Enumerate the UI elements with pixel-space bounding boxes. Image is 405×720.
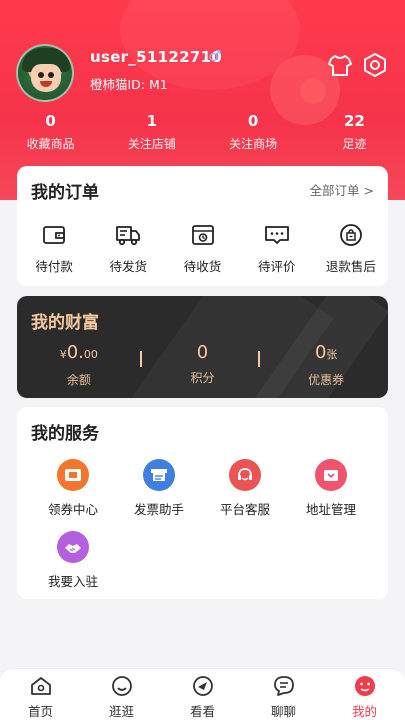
stat-label: 关注店铺	[127, 137, 176, 151]
gender-male-icon: ♂	[208, 47, 222, 65]
tshirt-icon[interactable]	[327, 52, 353, 78]
header-decoration-dot	[300, 78, 326, 104]
balance-cents: 00	[83, 348, 98, 361]
tab-label: 首页	[27, 704, 53, 719]
invoice-icon	[143, 459, 175, 491]
refund-bag-icon	[340, 224, 362, 246]
coupon-value: 0	[314, 342, 327, 363]
username[interactable]: user_51122710	[90, 48, 222, 66]
service-label: 地址管理	[305, 502, 356, 517]
stat-label: 收藏商品	[26, 137, 75, 151]
tab-watch[interactable]: 看看	[162, 669, 243, 720]
wealth-coupons[interactable]: 0张 优惠券	[264, 343, 388, 388]
stat-value: 0	[247, 112, 259, 130]
currency-symbol: ¥	[59, 348, 67, 361]
orders-card: 我的订单 全部订单 > 待付款 待发货 待收货 待评价 退款售后	[17, 166, 388, 286]
smile-icon	[111, 676, 132, 696]
stat-value: 1	[146, 112, 158, 130]
wealth-label: 余额	[66, 373, 91, 387]
comment-icon	[264, 226, 289, 244]
order-pending-review[interactable]: 待评价	[240, 222, 314, 275]
order-pending-shipment[interactable]: 待发货	[91, 222, 165, 275]
avatar[interactable]	[16, 44, 74, 102]
truck-icon	[116, 226, 141, 246]
stat-label: 关注商场	[229, 137, 278, 151]
service-customer-support[interactable]: 平台客服	[199, 459, 291, 518]
balance-value: 0.	[66, 342, 84, 363]
stat-followed-malls[interactable]: 0 关注商场	[203, 112, 304, 158]
user-id: 橙柿猫ID: M1	[90, 77, 168, 92]
points-value: 0	[196, 342, 209, 363]
tab-home[interactable]: 首页	[0, 669, 81, 720]
order-label: 待发货	[109, 259, 148, 274]
handshake-icon	[57, 531, 89, 563]
tab-browse[interactable]: 逛逛	[81, 669, 162, 720]
order-label: 待收货	[183, 259, 222, 274]
services-card: 我的服务 领券中心 发票助手 平台客服 地址管理 我要入驻	[17, 407, 388, 599]
service-invoice-assistant[interactable]: 发票助手	[113, 459, 205, 518]
stat-label: 足迹	[342, 137, 367, 151]
service-address-management[interactable]: 地址管理	[285, 459, 377, 518]
service-label: 领券中心	[47, 502, 98, 517]
wealth-points[interactable]: 0 积分	[141, 343, 265, 388]
profile-icon	[354, 676, 375, 696]
wealth-card: 我的财富 ¥0.00 余额 0 积分 0张 优惠券	[17, 296, 388, 398]
coupon-icon	[57, 459, 89, 491]
box-icon	[191, 225, 214, 245]
service-label: 我要入驻	[47, 574, 98, 589]
eye-icon	[192, 676, 213, 696]
service-label: 平台客服	[219, 502, 270, 517]
service-label: 发票助手	[133, 502, 184, 517]
stat-value: 0	[45, 112, 56, 130]
tab-label: 逛逛	[108, 704, 134, 719]
all-orders-link[interactable]: 全部订单 >	[310, 180, 374, 199]
tab-chat[interactable]: 聊聊	[243, 669, 324, 720]
wallet-icon	[43, 226, 65, 244]
order-label: 待评价	[257, 259, 296, 274]
coupon-unit: 张	[326, 348, 338, 361]
order-label: 退款售后	[325, 259, 376, 274]
user-stats: 0 收藏商品 1 关注店铺 0 关注商场 22 足迹	[0, 112, 405, 158]
wealth-label: 积分	[190, 371, 215, 385]
tab-mine[interactable]: 我的	[324, 669, 405, 720]
customer-service-icon	[229, 459, 261, 491]
bottom-tabbar: 首页 逛逛 看看 聊聊 我的	[0, 668, 405, 720]
wealth-label: 优惠券	[308, 373, 345, 387]
address-icon	[315, 459, 347, 491]
service-merchant-join[interactable]: 我要入驻	[27, 531, 119, 590]
settings-hexagon-icon[interactable]	[362, 52, 388, 78]
tab-label: 聊聊	[270, 704, 296, 719]
stat-footprint[interactable]: 22 足迹	[304, 112, 405, 158]
divider	[258, 351, 260, 367]
stat-value: 22	[343, 112, 365, 130]
chat-icon	[273, 676, 294, 696]
order-pending-payment[interactable]: 待付款	[17, 222, 91, 275]
tab-label: 我的	[351, 704, 377, 719]
home-icon	[30, 677, 51, 695]
tab-label: 看看	[189, 704, 215, 719]
order-pending-receipt[interactable]: 待收货	[165, 222, 239, 275]
service-coupon-center[interactable]: 领券中心	[27, 459, 119, 518]
stat-favorites[interactable]: 0 收藏商品	[0, 112, 101, 158]
orders-title: 我的订单	[31, 183, 99, 203]
order-refund-aftersale[interactable]: 退款售后	[314, 222, 388, 275]
wealth-title: 我的财富	[31, 313, 99, 333]
services-title: 我的服务	[31, 424, 99, 444]
wealth-balance[interactable]: ¥0.00 余额	[17, 343, 141, 388]
order-label: 待付款	[35, 259, 73, 274]
stat-followed-shops[interactable]: 1 关注店铺	[101, 112, 202, 158]
